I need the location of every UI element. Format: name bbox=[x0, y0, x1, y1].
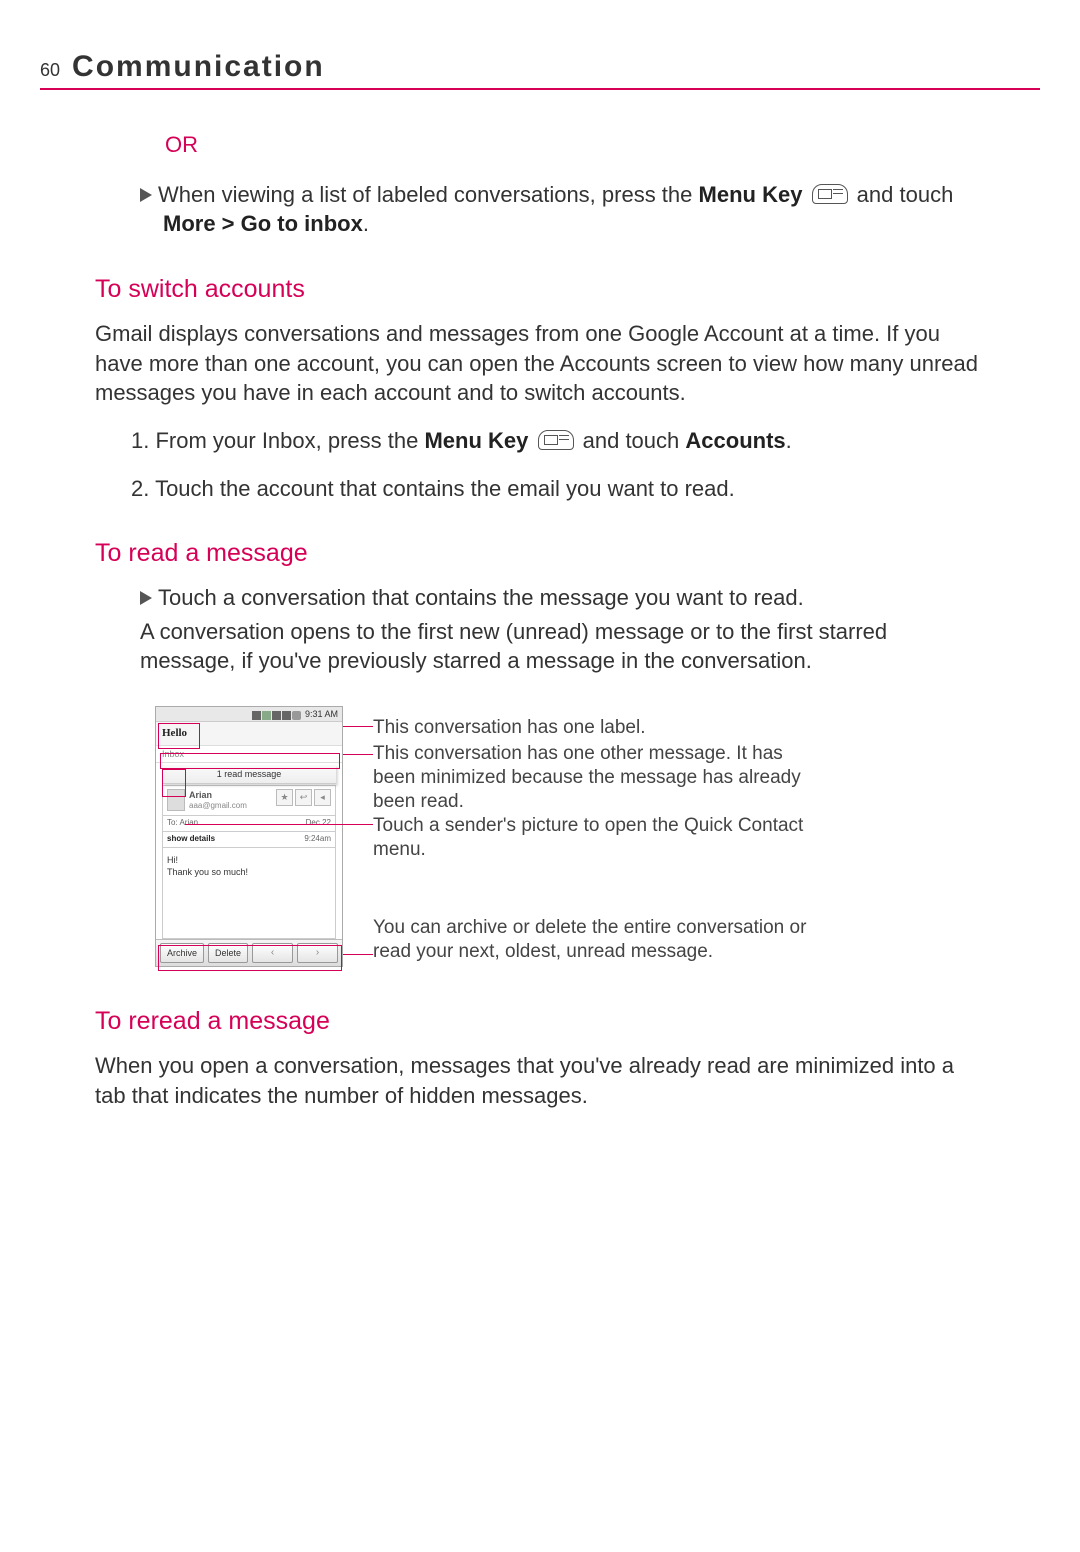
switch-body: Gmail displays conversations and message… bbox=[95, 319, 985, 408]
body-line-2: Thank you so much! bbox=[167, 866, 331, 878]
bullet-icon bbox=[140, 188, 152, 202]
text: and touch bbox=[851, 182, 954, 207]
callout-line bbox=[343, 954, 373, 955]
section-title-reread: To reread a message bbox=[95, 1005, 985, 1039]
intro-bullet: When viewing a list of labeled conversat… bbox=[140, 180, 985, 239]
read-bullet: Touch a conversation that contains the m… bbox=[140, 583, 985, 676]
msg-time: 9:24am bbox=[304, 834, 331, 845]
show-details[interactable]: show details bbox=[167, 834, 215, 845]
text: . bbox=[786, 428, 792, 453]
status-icons bbox=[252, 708, 302, 722]
header-title: Communication bbox=[72, 50, 325, 84]
callout-2: This conversation has one other message.… bbox=[373, 742, 813, 813]
text: . bbox=[363, 211, 369, 236]
page-header: 60 Communication bbox=[40, 50, 1040, 90]
text: When viewing a list of labeled conversat… bbox=[158, 182, 699, 207]
prev-arrow[interactable]: ‹ bbox=[252, 943, 293, 963]
step-2: 2. Touch the account that contains the e… bbox=[131, 474, 985, 504]
archive-button[interactable]: Archive bbox=[160, 943, 204, 963]
message-header: Arian aaa@gmail.com ★ ↩ ◂ bbox=[162, 785, 336, 816]
callout-line bbox=[185, 824, 373, 825]
status-bar: 9:31 AM bbox=[156, 707, 342, 722]
message-body: Hi! Thank you so much! bbox=[162, 848, 336, 939]
convo-subject: Hello bbox=[156, 722, 342, 746]
read-message-bar[interactable]: 1 read message bbox=[162, 765, 336, 784]
text: Touch the account that contains the emai… bbox=[155, 476, 735, 501]
star-icon[interactable]: ★ bbox=[276, 789, 293, 806]
page-number: 60 bbox=[40, 60, 60, 81]
menu-key-icon bbox=[538, 430, 574, 450]
body-line-1: Hi! bbox=[167, 854, 331, 866]
status-time: 9:31 AM bbox=[305, 709, 338, 719]
sender-email: aaa@gmail.com bbox=[189, 801, 272, 812]
callout-4: You can archive or delete the entire con… bbox=[373, 916, 813, 964]
step-1: 1. From your Inbox, press the Menu Key a… bbox=[131, 426, 985, 456]
section-title-read: To read a message bbox=[95, 537, 985, 571]
more-goto-label: More > Go to inbox bbox=[163, 211, 363, 236]
reply-icon[interactable]: ↩ bbox=[295, 789, 312, 806]
phone-screenshot: 9:31 AM Hello Inbox 1 read message Arian… bbox=[155, 706, 343, 967]
menu-key-label: Menu Key bbox=[424, 428, 528, 453]
reread-body: When you open a conversation, messages t… bbox=[95, 1051, 985, 1110]
or-label: OR bbox=[165, 130, 985, 160]
next-arrow[interactable]: › bbox=[297, 943, 338, 963]
delete-button[interactable]: Delete bbox=[208, 943, 248, 963]
callouts: This conversation has one label. This co… bbox=[373, 706, 813, 971]
switch-steps: 1. From your Inbox, press the Menu Key a… bbox=[131, 426, 985, 503]
content: OR When viewing a list of labeled conver… bbox=[95, 130, 985, 1110]
sender-name: Arian bbox=[189, 789, 272, 801]
callout-line bbox=[343, 754, 373, 755]
bottom-bar: Archive Delete ‹ › bbox=[156, 939, 342, 966]
bullet-icon bbox=[140, 591, 152, 605]
callout-line bbox=[343, 726, 373, 727]
menu-key-label: Menu Key bbox=[699, 182, 803, 207]
convo-label: Inbox bbox=[156, 746, 342, 763]
text: From your Inbox, press the bbox=[155, 428, 424, 453]
screenshot-area: 9:31 AM Hello Inbox 1 read message Arian… bbox=[155, 706, 985, 971]
section-title-switch: To switch accounts bbox=[95, 273, 985, 307]
callout-3: Touch a sender's picture to open the Qui… bbox=[373, 814, 813, 862]
menu-key-icon bbox=[812, 184, 848, 204]
more-icon[interactable]: ◂ bbox=[314, 789, 331, 806]
avatar[interactable] bbox=[167, 789, 185, 811]
page: 60 Communication OR When viewing a list … bbox=[0, 0, 1080, 1188]
message-meta-2: show details 9:24am bbox=[162, 832, 336, 848]
accounts-label: Accounts bbox=[685, 428, 785, 453]
text: and touch bbox=[577, 428, 686, 453]
text: Touch a conversation that contains the m… bbox=[158, 585, 804, 610]
callout-1: This conversation has one label. bbox=[373, 716, 646, 740]
read-body: A conversation opens to the first new (u… bbox=[140, 617, 985, 676]
